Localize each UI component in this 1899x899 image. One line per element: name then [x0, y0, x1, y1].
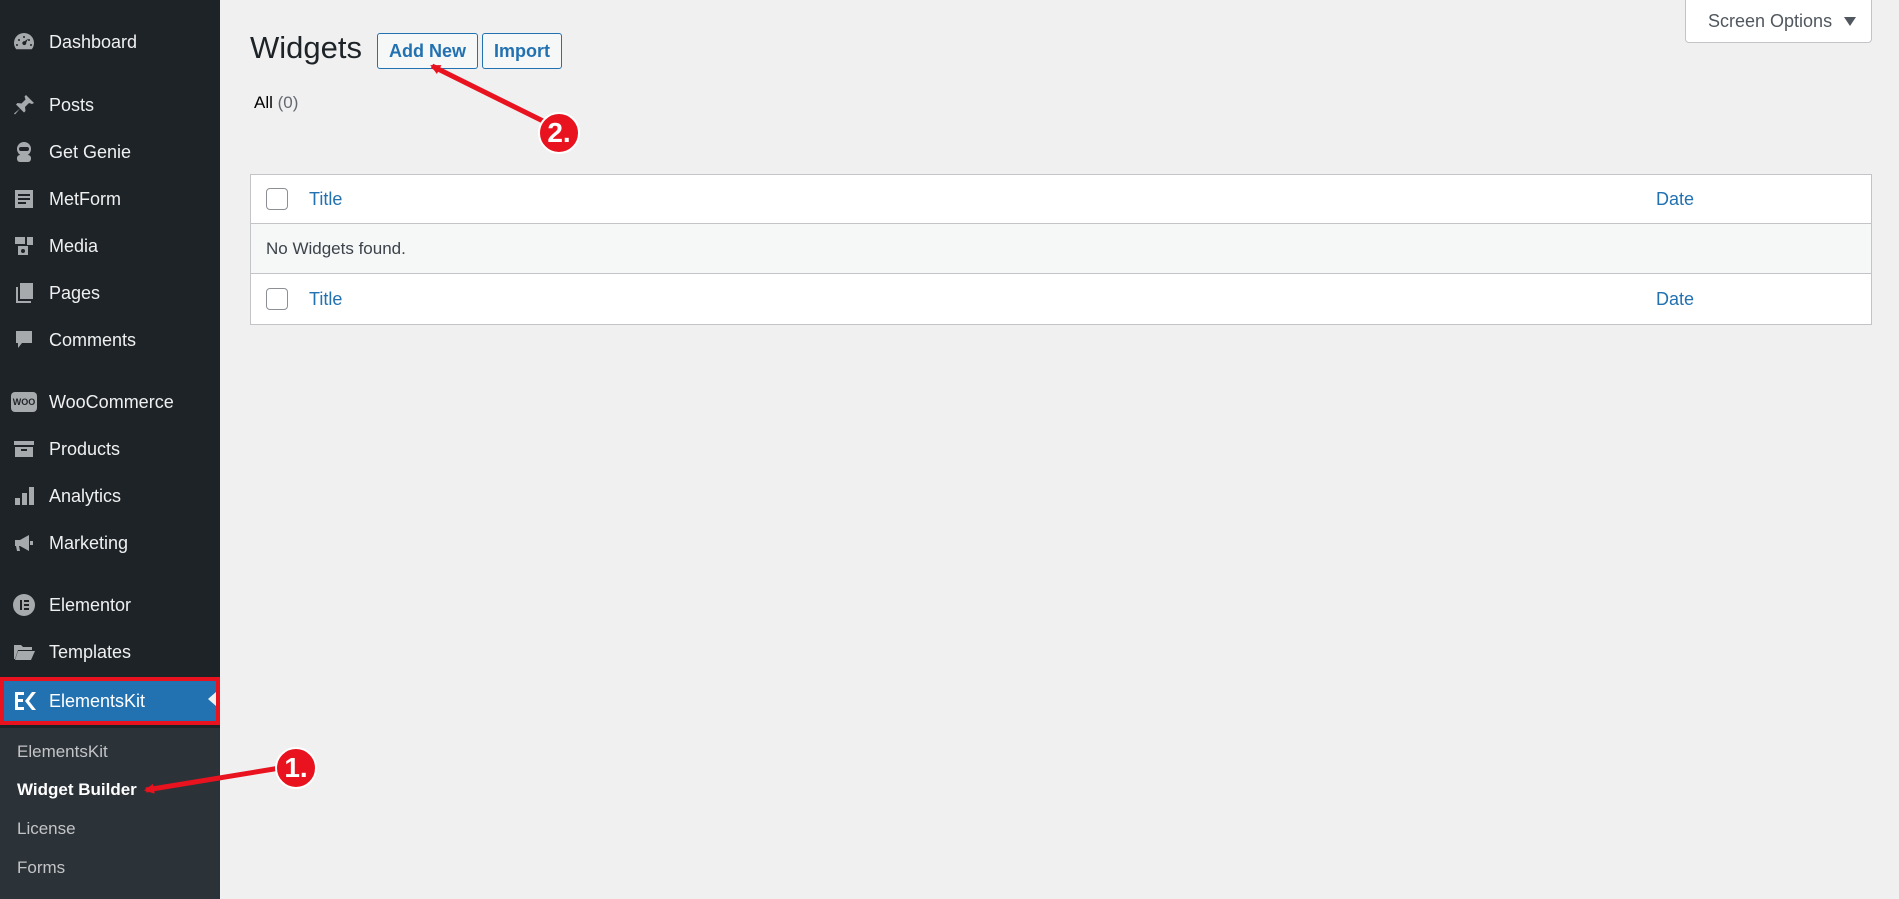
- menu-item-woocommerce[interactable]: WOO WooCommerce: [0, 380, 220, 424]
- screen-options-toggle[interactable]: Screen Options: [1685, 0, 1872, 43]
- dashboard-icon: [11, 29, 37, 55]
- table-empty-row: No Widgets found.: [251, 224, 1871, 274]
- filter-all-label: All: [254, 93, 273, 112]
- table-header-row: Title Date: [251, 175, 1871, 224]
- screen-options-label: Screen Options: [1708, 10, 1833, 31]
- column-header-title[interactable]: Title: [309, 189, 342, 210]
- submenu-item-widget-builder[interactable]: Widget Builder: [17, 780, 137, 800]
- annotation-arrows: [144, 63, 547, 794]
- bar-chart-icon: [11, 483, 37, 509]
- menu-label: Posts: [49, 94, 95, 115]
- menu-item-media[interactable]: Media: [0, 224, 220, 268]
- elementskit-submenu: ElementsKit Widget Builder License Forms: [0, 728, 220, 899]
- menu-item-products[interactable]: Products: [0, 427, 220, 471]
- submenu-item-forms[interactable]: Forms: [17, 858, 65, 878]
- select-all-checkbox[interactable]: [266, 188, 288, 210]
- menu-label: Pages: [49, 282, 101, 303]
- menu-item-posts[interactable]: Posts: [0, 83, 220, 127]
- step-badge-1: 1.: [275, 747, 317, 789]
- menu-item-comments[interactable]: Comments: [0, 318, 220, 362]
- import-button[interactable]: Import: [482, 33, 562, 69]
- megaphone-icon: [11, 530, 37, 556]
- menu-label: Get Genie: [49, 141, 132, 162]
- menu-label: Analytics: [49, 485, 122, 506]
- menu-item-metform[interactable]: MetForm: [0, 177, 220, 221]
- menu-label: Comments: [49, 329, 137, 350]
- woo-icon: WOO: [11, 389, 37, 415]
- menu-item-elementor[interactable]: Elementor: [0, 583, 220, 627]
- add-new-button[interactable]: Add New: [377, 33, 479, 69]
- triangle-down-icon: [1844, 16, 1857, 26]
- woo-icon-text: WOO: [11, 392, 37, 412]
- menu-label: Dashboard: [49, 31, 138, 52]
- page-title: Widgets: [250, 30, 362, 65]
- filter-all-count: (0): [277, 93, 299, 112]
- menu-label: Products: [49, 438, 121, 459]
- menu-label: Marketing: [49, 532, 129, 553]
- menu-label: Templates: [49, 641, 132, 662]
- admin-sidebar: Dashboard Posts Get Genie MetForm Media: [0, 0, 220, 899]
- column-footer-title[interactable]: Title: [309, 289, 342, 310]
- archive-icon: [11, 436, 37, 462]
- elementor-icon: [11, 592, 37, 618]
- menu-item-pages[interactable]: Pages: [0, 271, 220, 315]
- menu-item-marketing[interactable]: Marketing: [0, 521, 220, 565]
- step-badge-2: 2.: [538, 112, 580, 154]
- menu-item-dashboard[interactable]: Dashboard: [0, 20, 220, 64]
- submenu-item-license[interactable]: License: [17, 819, 76, 839]
- menu-label: MetForm: [49, 188, 121, 209]
- comment-icon: [11, 327, 37, 353]
- pages-icon: [11, 280, 37, 306]
- annotation-layer: 1. 2.: [0, 0, 1899, 899]
- genie-icon: [11, 139, 37, 165]
- filter-all-link[interactable]: All (0): [254, 93, 298, 113]
- arrow-to-add-new: [430, 63, 547, 125]
- menu-label: Media: [49, 235, 99, 256]
- active-caret-icon: [208, 692, 216, 706]
- menu-item-analytics[interactable]: Analytics: [0, 474, 220, 518]
- pin-icon: [11, 92, 37, 118]
- menu-label: WooCommerce: [49, 391, 174, 412]
- no-items-message: No Widgets found.: [266, 238, 406, 258]
- menu-item-get-genie[interactable]: Get Genie: [0, 130, 220, 174]
- elementskit-icon: [11, 688, 37, 714]
- column-header-date[interactable]: Date: [1656, 189, 1694, 210]
- media-icon: [11, 233, 37, 259]
- submenu-item-elementskit[interactable]: ElementsKit: [17, 742, 108, 762]
- menu-label: Elementor: [49, 594, 132, 615]
- menu-item-templates[interactable]: Templates: [0, 630, 220, 674]
- menu-item-elementskit[interactable]: ElementsKit: [0, 677, 220, 725]
- menu-label: ElementsKit: [49, 690, 146, 711]
- select-all-checkbox-footer[interactable]: [266, 288, 288, 310]
- folder-icon: [11, 639, 37, 665]
- table-footer-row: Title Date: [251, 274, 1871, 324]
- column-footer-date[interactable]: Date: [1656, 289, 1694, 310]
- widgets-table: Title Date No Widgets found. Title Date: [250, 174, 1872, 325]
- metform-icon: [11, 186, 37, 212]
